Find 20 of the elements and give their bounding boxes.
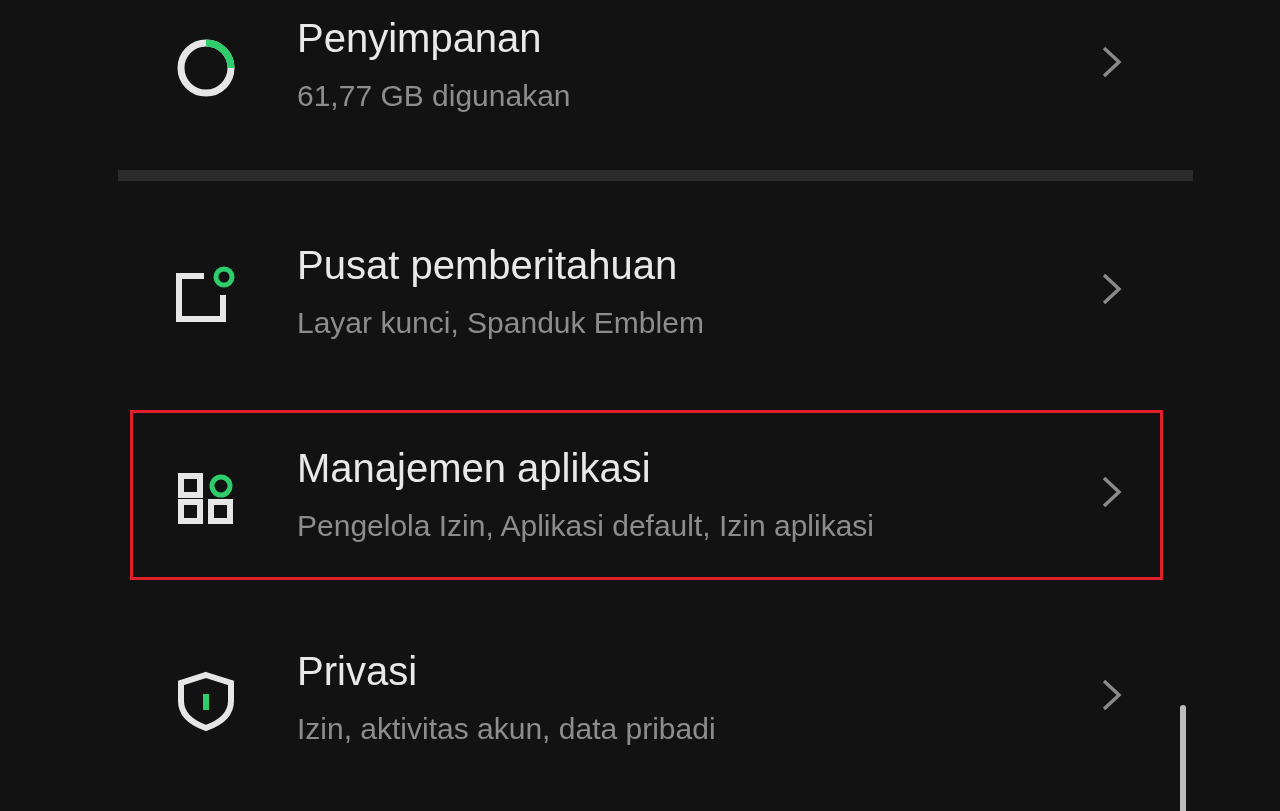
chevron-right-icon	[1100, 677, 1124, 713]
item-title: Manajemen aplikasi	[297, 445, 651, 492]
shield-icon	[176, 671, 236, 731]
item-subtitle: Layar kunci, Spanduk Emblem	[297, 305, 704, 341]
chevron-right-icon	[1100, 271, 1124, 307]
chevron-right-icon	[1100, 474, 1124, 510]
chevron-right-icon	[1100, 44, 1124, 80]
item-title: Privasi	[297, 648, 418, 695]
settings-item[interactable]: Penyimpanan 61,77 GB digunakan	[130, 0, 1163, 150]
item-title: Penyimpanan	[297, 15, 542, 62]
item-subtitle: 61,77 GB digunakan	[297, 78, 571, 114]
ring-chart-icon	[176, 38, 236, 98]
item-subtitle: Pengelola Izin, Aplikasi default, Izin aplikasi	[297, 508, 874, 544]
scrollbar[interactable]	[1180, 705, 1186, 811]
highlighted-settings-item[interactable]: Manajemen aplikasi Pengelola Izin, Aplikasi default, Izin aplikasi	[130, 410, 1163, 580]
item-title: Pusat pemberitahuan	[297, 242, 678, 289]
settings-item[interactable]: Privasi Izin, aktivitas akun, data pribadi	[130, 613, 1163, 783]
notification-icon	[176, 265, 236, 325]
item-subtitle: Izin, aktivitas akun, data pribadi	[297, 711, 716, 747]
settings-item[interactable]: Pusat pemberitahuan Layar kunci, Spanduk Emblem	[130, 207, 1163, 377]
